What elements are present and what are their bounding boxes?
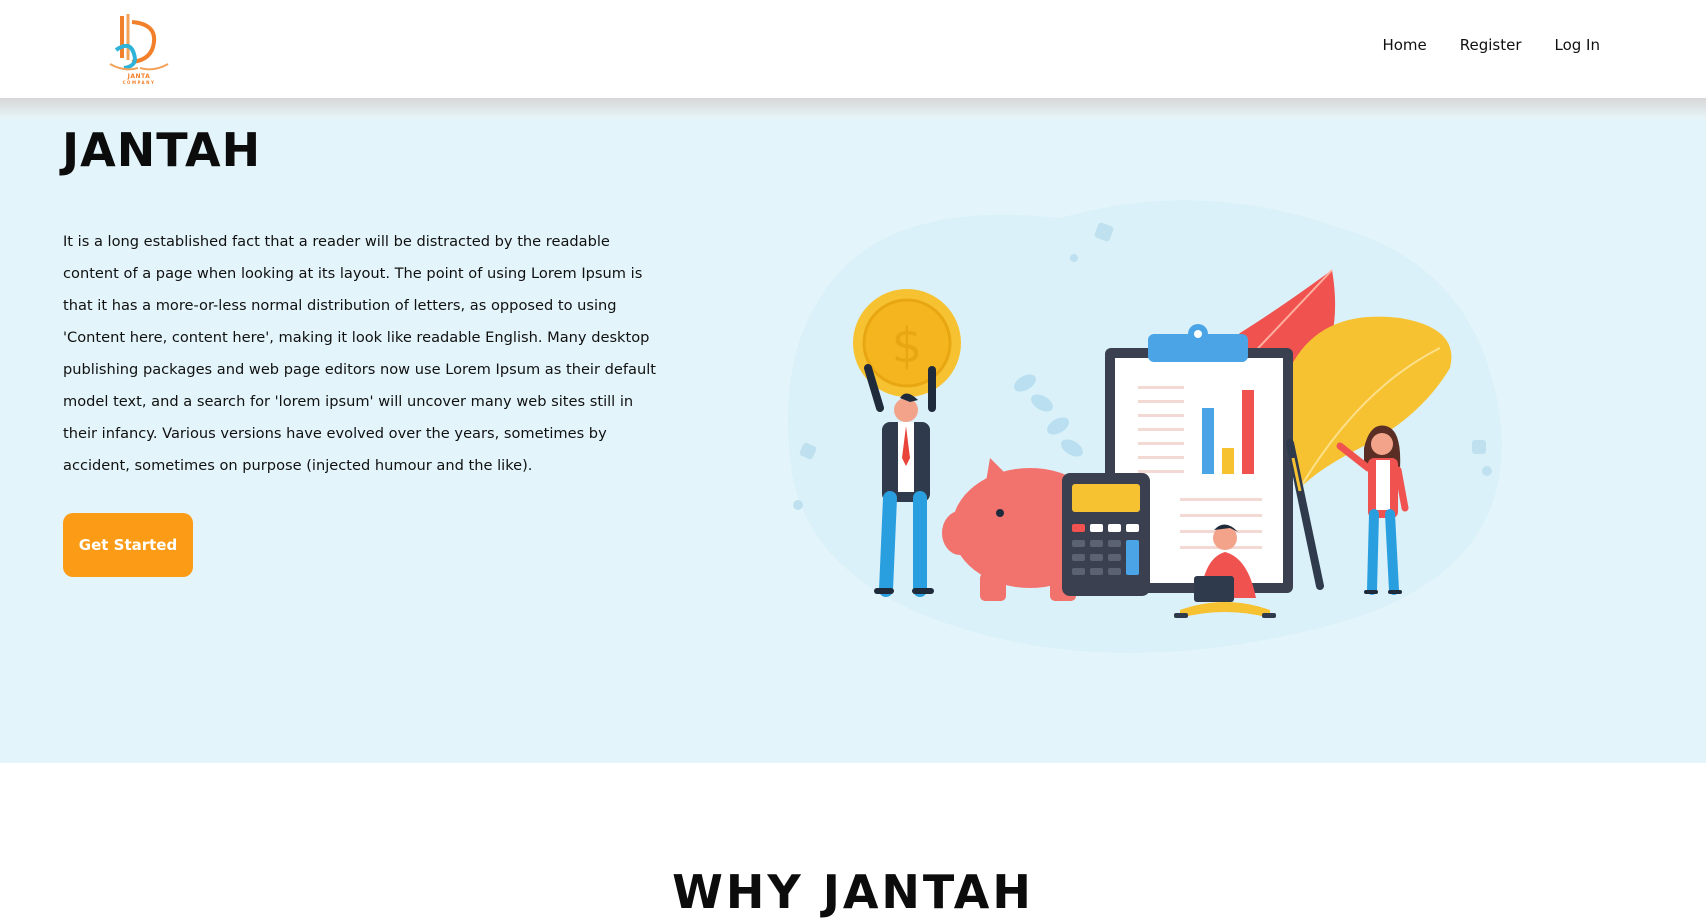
calculator-icon (1062, 473, 1150, 596)
svg-text:$: $ (892, 318, 923, 374)
hero-title: JANTAH (62, 123, 262, 177)
hero-section: JANTAH It is a long established fact tha… (0, 98, 1706, 763)
brand-logo[interactable]: JANTA COMPANY (104, 10, 174, 88)
finance-illustration: $ (788, 200, 1502, 653)
logo-name: JANTA (127, 73, 151, 80)
hero-paragraph: It is a long established fact that a rea… (63, 233, 656, 474)
why-title: WHY JANTAH (672, 865, 1034, 919)
decor-dot (1070, 254, 1078, 262)
decor-dot (793, 500, 803, 510)
nav-login-link[interactable]: Log In (1555, 36, 1601, 54)
nav-links: Home Register Log In (1382, 36, 1600, 54)
navbar: JANTA COMPANY Home Register Log In (0, 0, 1706, 98)
decor-dot (1482, 466, 1492, 476)
logo-mark-icon (109, 14, 169, 71)
logo-subtext: COMPANY (122, 80, 156, 85)
nav-register-link[interactable]: Register (1460, 36, 1522, 54)
logo-text: JANTA COMPANY (104, 73, 174, 85)
nav-home-link[interactable]: Home (1382, 36, 1426, 54)
why-section: WHY JANTAH (0, 763, 1706, 919)
get-started-button[interactable]: Get Started (63, 513, 193, 577)
navbar-shadow (0, 98, 1706, 122)
decor-square (1472, 440, 1486, 454)
